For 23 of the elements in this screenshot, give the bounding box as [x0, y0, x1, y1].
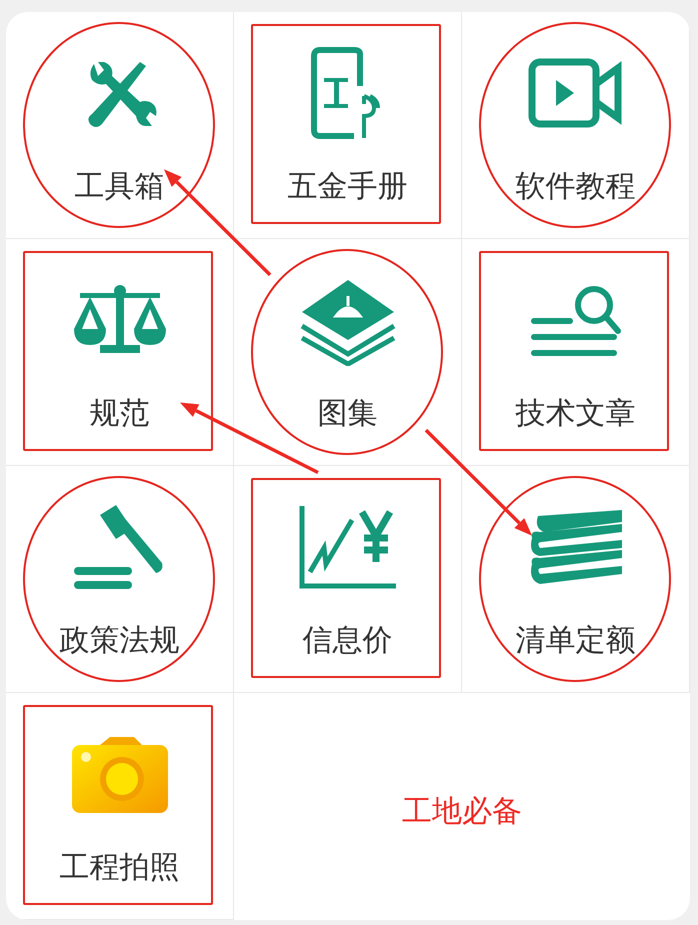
tile-label: 政策法规	[60, 622, 180, 660]
camera-icon	[70, 734, 170, 814]
tile-label: 清单定额	[516, 622, 636, 660]
tile-label: 工具箱	[74, 168, 164, 206]
menu-tile[interactable]: 图集	[234, 239, 462, 466]
tile-label: 工程拍照	[60, 848, 180, 886]
tile-label: 五金手册	[288, 168, 408, 206]
menu-tile[interactable]: 信息价	[234, 466, 462, 693]
menu-tile[interactable]: 政策法规	[6, 466, 234, 693]
tile-label: 图集	[318, 394, 378, 432]
menu-tile[interactable]: 工程拍照	[6, 693, 234, 920]
menu-tile[interactable]: 清单定额	[462, 466, 690, 693]
price-chart-icon	[298, 506, 398, 590]
menu-tile[interactable]: 技术文章	[462, 239, 690, 466]
tagline: 工地必备	[402, 793, 522, 831]
menu-tile[interactable]: 工具箱	[6, 12, 234, 239]
menu-tile[interactable]: 软件教程	[462, 12, 690, 239]
tile-label: 软件教程	[516, 168, 636, 206]
tile-label: 信息价	[302, 622, 392, 660]
menu-tile[interactable]: 五金手册	[234, 12, 462, 239]
tile-label: 规范	[90, 394, 150, 432]
menu-tile[interactable]: 规范	[6, 239, 234, 466]
tile-label: 技术文章	[516, 394, 636, 432]
